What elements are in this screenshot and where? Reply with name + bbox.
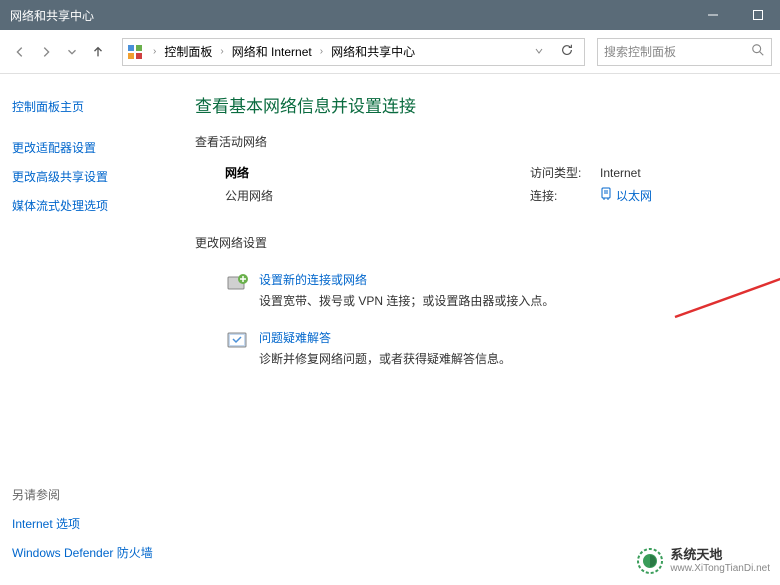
main-content: 查看基本网络信息并设置连接 查看活动网络 网络 公用网络 访问类型: Inter… [185, 74, 780, 585]
forward-button[interactable] [34, 40, 58, 64]
settings-item-new-connection: 设置新的连接或网络 设置宽带、拨号或 VPN 连接；或设置路由器或接入点。 [195, 265, 760, 323]
up-button[interactable] [86, 40, 110, 64]
sidebar-link-adapter[interactable]: 更改适配器设置 [12, 133, 173, 162]
watermark-name: 系统天地 [670, 547, 770, 563]
sidebar-link-media[interactable]: 媒体流式处理选项 [12, 191, 173, 220]
new-connection-icon [225, 271, 249, 295]
network-type: 公用网络 [225, 187, 530, 204]
body: 控制面板主页 更改适配器设置 更改高级共享设置 媒体流式处理选项 另请参阅 In… [0, 74, 780, 585]
watermark-icon [636, 547, 664, 575]
sidebar-link-internet-options[interactable]: Internet 选项 [12, 509, 173, 538]
back-button[interactable] [8, 40, 32, 64]
search-placeholder: 搜索控制面板 [604, 43, 751, 60]
watermark: 系统天地 www.XiTongTianDi.net [636, 547, 770, 575]
titlebar: 网络和共享中心 [0, 0, 780, 30]
breadcrumb-separator: › [216, 46, 227, 57]
breadcrumb-separator: › [149, 46, 160, 57]
sidebar-link-sharing[interactable]: 更改高级共享设置 [12, 162, 173, 191]
history-dropdown[interactable] [60, 40, 84, 64]
nav-arrows [8, 40, 110, 64]
maximize-button[interactable] [735, 0, 780, 30]
breadcrumb-dropdown[interactable] [528, 45, 550, 59]
settings-section: 设置新的连接或网络 设置宽带、拨号或 VPN 连接；或设置路由器或接入点。 问题… [195, 265, 760, 381]
breadcrumb-item[interactable]: 控制面板 [160, 43, 216, 60]
breadcrumb-separator: › [316, 46, 327, 57]
refresh-button[interactable] [554, 43, 580, 60]
breadcrumb[interactable]: › 控制面板 › 网络和 Internet › 网络和共享中心 [122, 38, 585, 66]
search-icon [751, 43, 765, 60]
see-also-heading: 另请参阅 [12, 480, 173, 509]
breadcrumb-item[interactable]: 网络和 Internet [228, 43, 316, 60]
network-name: 网络 [225, 164, 530, 181]
access-type-label: 访问类型: [530, 164, 600, 181]
troubleshoot-desc: 诊断并修复网络问题，或者获得疑难解答信息。 [259, 350, 730, 367]
active-networks-heading: 查看活动网络 [195, 133, 760, 150]
search-input[interactable]: 搜索控制面板 [597, 38, 772, 66]
network-left: 网络 公用网络 [225, 164, 530, 210]
settings-item-troubleshoot: 问题疑难解答 诊断并修复网络问题，或者获得疑难解答信息。 [195, 323, 760, 381]
new-connection-link[interactable]: 设置新的连接或网络 [259, 271, 730, 288]
window-controls [690, 0, 780, 30]
ethernet-icon [600, 187, 612, 204]
network-row: 网络 公用网络 访问类型: Internet 连接: 以太网 [195, 164, 760, 234]
network-right: 访问类型: Internet 连接: 以太网 [530, 164, 730, 210]
control-panel-icon [127, 44, 143, 60]
minimize-button[interactable] [690, 0, 735, 30]
connection-label: 连接: [530, 187, 600, 204]
change-settings-heading: 更改网络设置 [195, 234, 760, 251]
sidebar: 控制面板主页 更改适配器设置 更改高级共享设置 媒体流式处理选项 另请参阅 In… [0, 74, 185, 585]
breadcrumb-item[interactable]: 网络和共享中心 [327, 43, 419, 60]
access-type-value: Internet [600, 166, 641, 180]
toolbar: › 控制面板 › 网络和 Internet › 网络和共享中心 搜索控制面板 [0, 30, 780, 74]
window-title: 网络和共享中心 [10, 7, 690, 24]
troubleshoot-icon [225, 329, 249, 353]
sidebar-home-link[interactable]: 控制面板主页 [12, 92, 173, 121]
new-connection-desc: 设置宽带、拨号或 VPN 连接；或设置路由器或接入点。 [259, 292, 730, 309]
troubleshoot-link[interactable]: 问题疑难解答 [259, 329, 730, 346]
sidebar-link-defender[interactable]: Windows Defender 防火墙 [12, 538, 173, 567]
page-title: 查看基本网络信息并设置连接 [195, 92, 760, 117]
connection-link[interactable]: 以太网 [600, 187, 652, 204]
connection-value: 以太网 [616, 187, 652, 204]
watermark-url: www.XiTongTianDi.net [670, 563, 770, 575]
